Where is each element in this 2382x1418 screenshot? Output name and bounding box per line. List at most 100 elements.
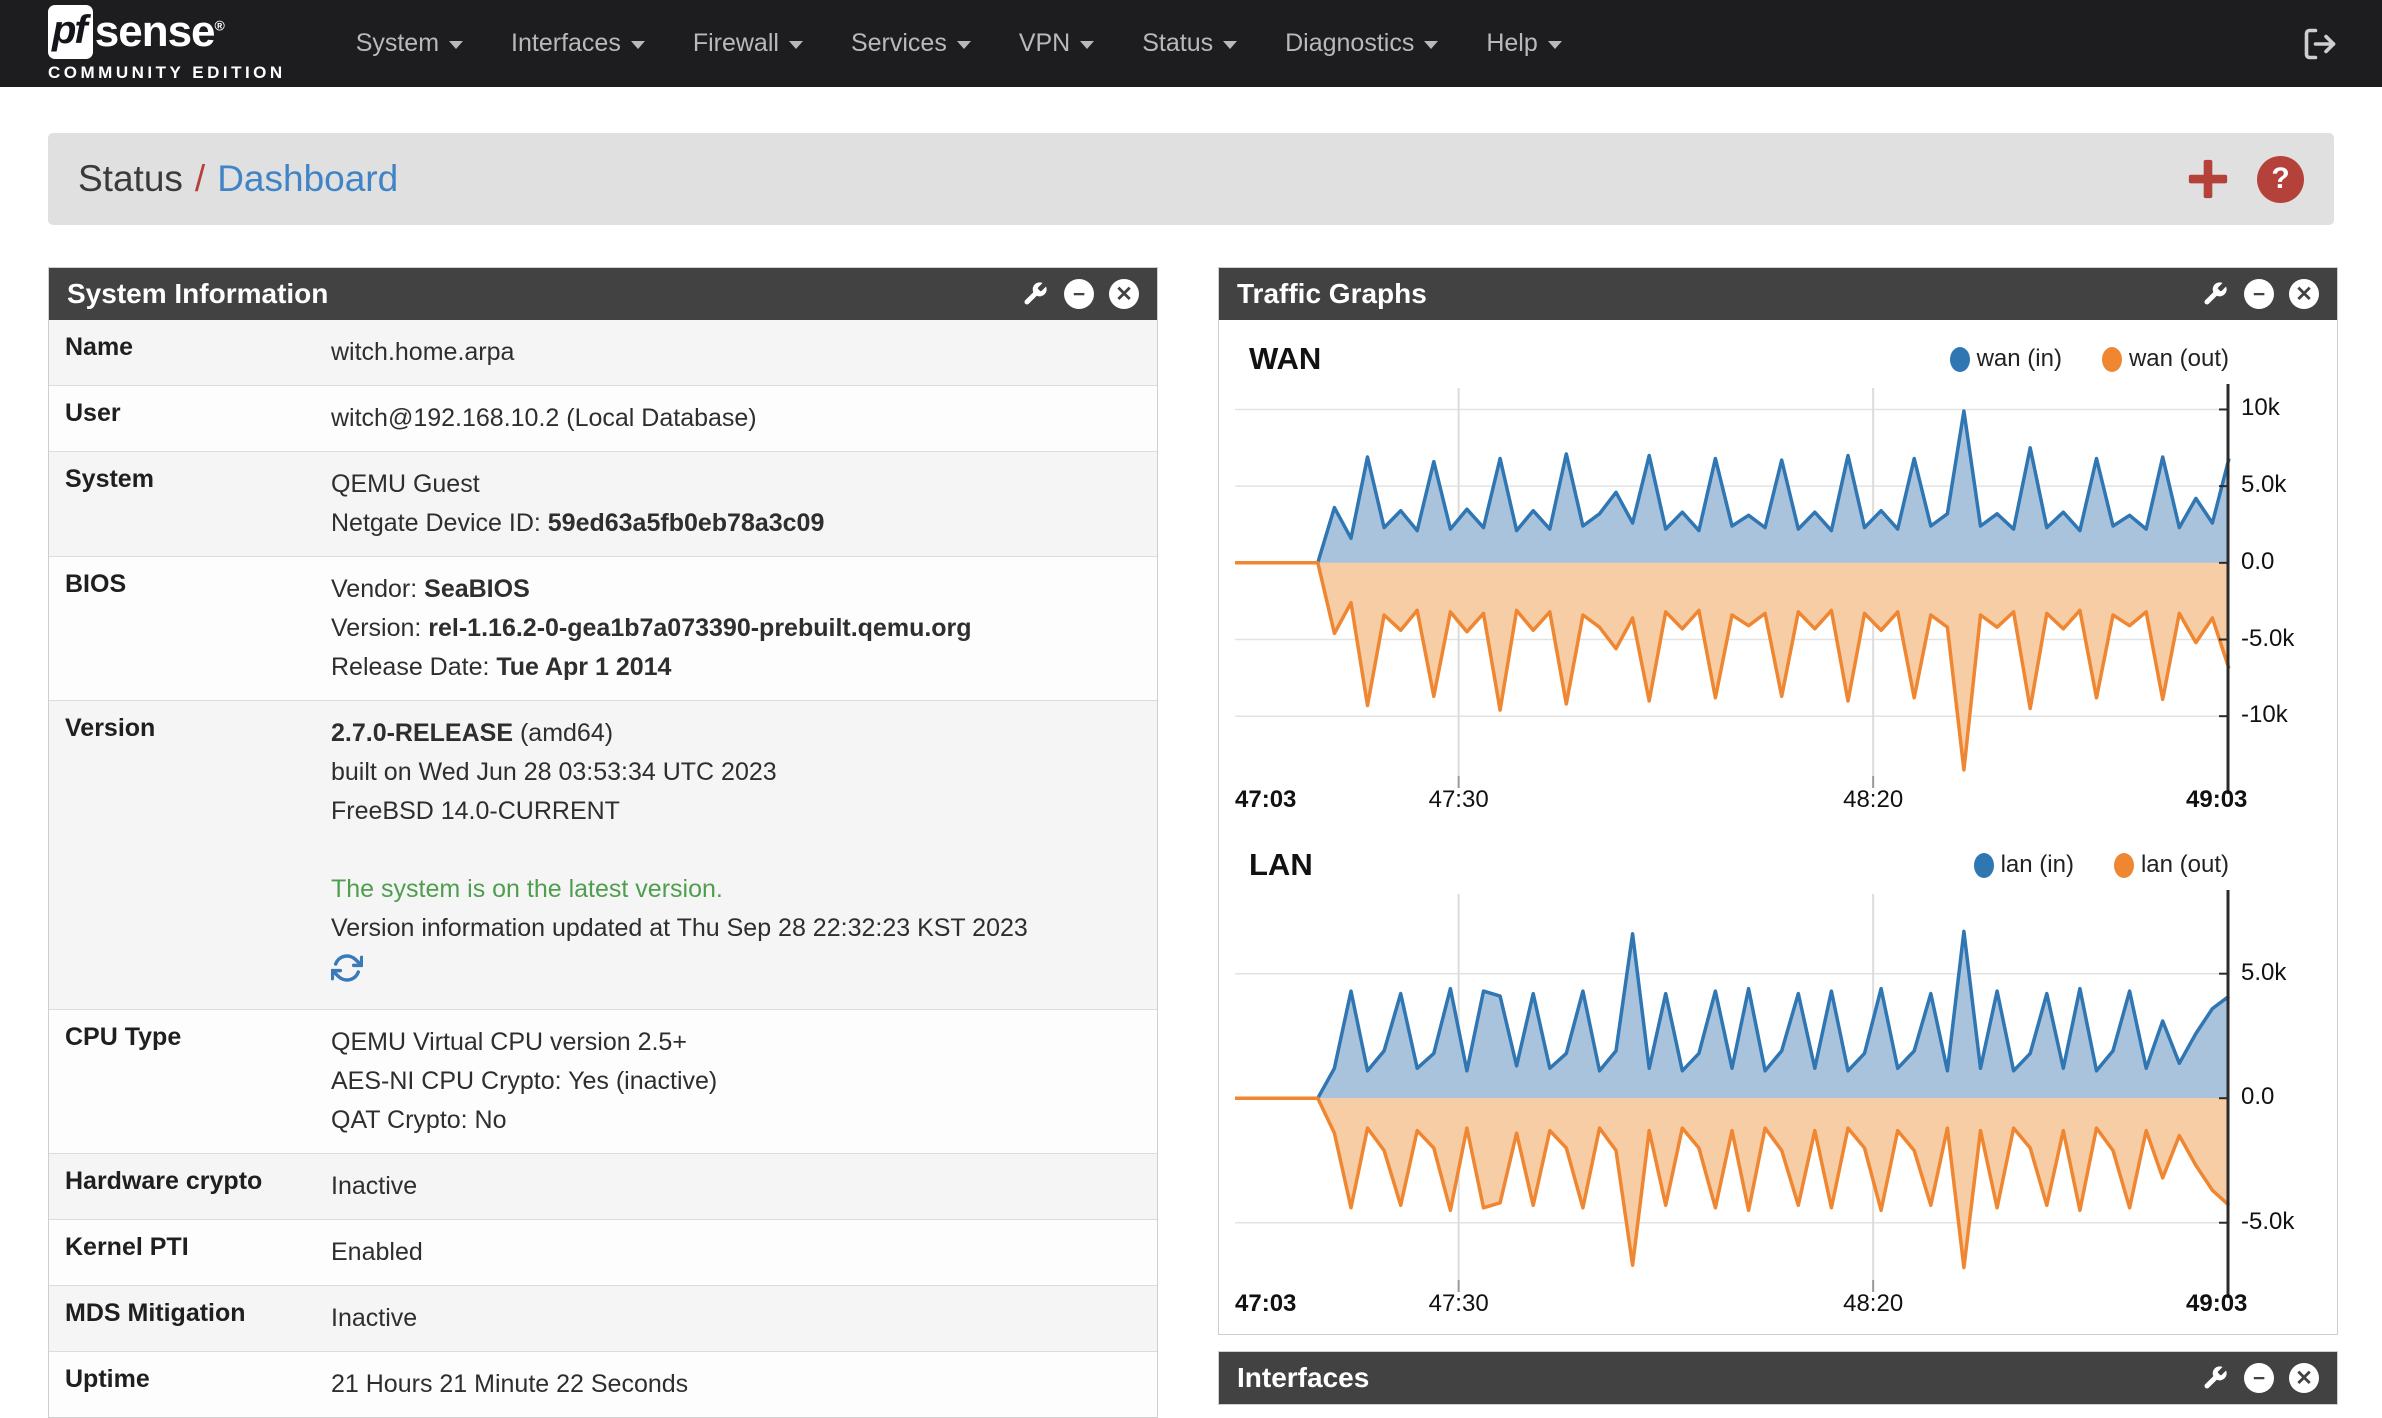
legend-label: lan (out) [2141,851,2229,879]
x-tick-label: 47:03 [1235,786,1296,814]
chart-title-wan: WAN [1249,341,1321,377]
legend-label: lan (in) [2001,851,2074,879]
minimize-icon[interactable]: − [2244,1363,2274,1393]
nav-item-vpn[interactable]: VPN [995,19,1118,68]
legend-item: wan (out) [2102,345,2229,373]
chart-title-lan: LAN [1249,847,1313,883]
legend-item: wan (in) [1950,345,2062,373]
nav-item-services[interactable]: Services [827,19,995,68]
system-information-panel: System Information − ✕ Namewitch.home.ar… [48,267,1158,1418]
row-label: Name [49,320,327,386]
row-value: Vendor: SeaBIOSVersion: rel-1.16.2-0-gea… [327,557,1157,701]
nav-item-diagnostics[interactable]: Diagnostics [1261,19,1462,68]
interfaces-header: Interfaces − ✕ [1219,1352,2337,1404]
value-text: QEMU Guest [331,470,480,498]
row-value: Inactive [327,1154,1157,1220]
table-row: Version2.7.0-RELEASE (amd64)built on Wed… [49,701,1157,1010]
legend-item: lan (in) [1974,851,2074,879]
close-icon[interactable]: ✕ [1109,279,1139,309]
lan-y-axis-labels: 5.0k 0.0 -5.0k [2229,894,2321,1280]
nav-item-firewall[interactable]: Firewall [669,19,827,68]
chevron-down-icon [957,41,971,49]
system-information-header: System Information − ✕ [49,268,1157,320]
wan-plot [1235,388,2229,776]
table-row: Userwitch@192.168.10.2 (Local Database) [49,386,1157,452]
lan-traffic-chart: LAN lan (in) lan (out) 5.0k 0.0 -5.0k 47:03… [1235,836,2321,1322]
breadcrumb-page[interactable]: Dashboard [217,158,398,200]
legend-dot [2114,853,2134,878]
pfsense-logo-pf: pf [48,5,93,59]
table-row: Kernel PTIEnabled [49,1220,1157,1286]
help-icon[interactable]: ? [2257,156,2304,203]
wrench-icon[interactable] [1021,280,1049,308]
value-text: Version information updated at Thu Sep 2… [331,914,1028,942]
x-tick-label: 49:03 [2186,786,2247,814]
value-text: 59ed63a5fb0eb78a3c09 [548,509,825,537]
y-tick-label: 0.0 [2241,1083,2274,1111]
value-text: witch.home.arpa [331,338,514,366]
refresh-icon[interactable] [331,952,363,984]
row-value: 2.7.0-RELEASE (amd64)built on Wed Jun 28… [327,701,1157,1010]
row-value: Enabled [327,1220,1157,1286]
wrench-icon[interactable] [2201,280,2229,308]
close-icon[interactable]: ✕ [2289,1363,2319,1393]
value-text: Release Date: [331,653,496,681]
breadcrumb-section: Status [78,158,183,200]
x-tick-label: 47:30 [1429,1290,1489,1318]
value-text: (amd64) [513,719,613,747]
row-label: CPU Type [49,1010,327,1154]
minimize-icon[interactable]: − [2244,279,2274,309]
row-label: BIOS [49,557,327,701]
x-tick-label: 47:03 [1235,1290,1296,1318]
nav-item-help[interactable]: Help [1462,19,1585,68]
panel-title: System Information [67,278,328,310]
breadcrumb: Status / Dashboard ? [48,133,2334,225]
chevron-down-icon [1424,41,1438,49]
table-row: SystemQEMU GuestNetgate Device ID: 59ed6… [49,452,1157,557]
nav-item-system[interactable]: System [332,19,487,68]
traffic-graphs-header: Traffic Graphs − ✕ [1219,268,2337,320]
table-row: MDS MitigationInactive [49,1286,1157,1352]
sign-out-icon[interactable] [2302,26,2338,62]
chevron-down-icon [1223,41,1237,49]
wan-traffic-chart: WAN wan (in)wan (out) 10k5.0k0.0-5.0k-10… [1235,330,2321,818]
chevron-down-icon [631,41,645,49]
y-tick-label: 0.0 [2241,548,2274,576]
legend-item: lan (out) [2114,851,2229,879]
minimize-icon[interactable]: − [1064,279,1094,309]
add-widget-icon[interactable] [2185,156,2231,202]
x-tick-label: 49:03 [2186,1290,2247,1318]
system-information-table: Namewitch.home.arpaUserwitch@192.168.10.… [49,320,1157,1417]
x-tick-label: 47:30 [1429,786,1489,814]
value-text: QAT Crypto: No [331,1106,507,1134]
nav-item-status[interactable]: Status [1118,19,1261,68]
wan-legend: wan (in) wan (out) [1950,345,2229,373]
wan-y-axis-labels: 10k5.0k0.0-5.0k-10k [2229,388,2321,776]
value-text: Enabled [331,1238,423,1266]
navbar: pf sense® COMMUNITY EDITION System Inter… [0,0,2382,87]
legend-label: wan (in) [1977,345,2062,373]
lan-plot [1235,894,2229,1280]
x-tick-label: 48:20 [1843,1290,1903,1318]
pfsense-logo-edition: COMMUNITY EDITION [48,63,286,83]
row-label: User [49,386,327,452]
legend-dot [2102,347,2122,372]
system-info-table-body: Namewitch.home.arpaUserwitch@192.168.10.… [49,320,1157,1417]
y-tick-label: -5.0k [2241,1208,2294,1236]
y-tick-label: 5.0k [2241,959,2286,987]
table-row: Namewitch.home.arpa [49,320,1157,386]
chevron-down-icon [449,41,463,49]
pfsense-logo[interactable]: pf sense® COMMUNITY EDITION [48,5,286,83]
value-text: witch@192.168.10.2 (Local Database) [331,404,757,432]
row-label: MDS Mitigation [49,1286,327,1352]
close-icon[interactable]: ✕ [2289,279,2319,309]
value-text: rel-1.16.2-0-gea1b7a073390-prebuilt.qemu… [428,614,971,642]
nav-menu: System Interfaces Firewall Services VPN … [332,19,1586,68]
nav-item-interfaces[interactable]: Interfaces [487,19,669,68]
y-tick-label: 5.0k [2241,471,2286,499]
chevron-down-icon [1080,41,1094,49]
value-text: Vendor: [331,575,424,603]
legend-dot [1974,853,1994,878]
row-value: 21 Hours 21 Minute 22 Seconds [327,1352,1157,1418]
legend-dot [1950,347,1970,372]
